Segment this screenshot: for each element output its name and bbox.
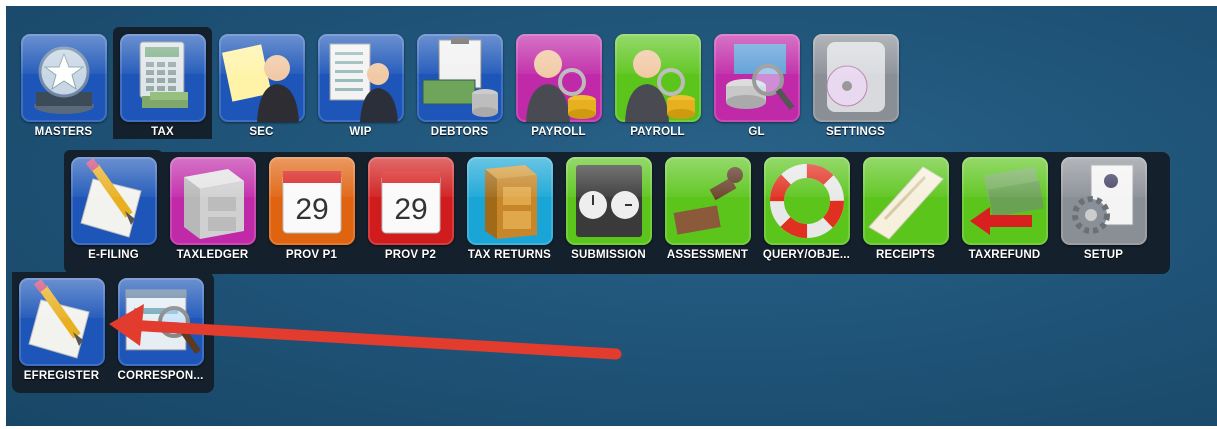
menu-tile-query-obje[interactable]: QUERY/OBJE... [757,150,856,262]
menu-tile-label: PROV P1 [285,249,338,261]
top-menu: MASTERS TAX SEC WIP DEBTORS PAYROLL PAYR… [14,27,905,139]
menu-tile-sec[interactable]: SEC [212,27,311,139]
menu-tile-settings[interactable]: SETTINGS [806,27,905,139]
menu-tile-e-filing[interactable]: E-FILING [64,150,163,262]
menu-tile-taxrefund[interactable]: TAXREFUND [955,150,1054,262]
menu-tile-label: GL [748,126,765,138]
menu-tile-label: TAX [151,126,174,138]
menu-tile-tax[interactable]: TAX [113,27,212,139]
menu-tile-debtors[interactable]: DEBTORS [410,27,509,139]
menu-tile-label: RECEIPTS [875,249,936,261]
menu-tile-label: PAYROLL [630,126,685,138]
menu-tile-label: SUBMISSION [571,249,646,261]
menu-tile-label: TAXREFUND [968,249,1041,261]
menu-tile-prov-p1[interactable]: 29 PROV P1 [262,150,361,262]
file-drawer-icon [466,157,553,245]
menu-tile-assessment[interactable]: ASSESSMENT [658,150,757,262]
menu-tile-label: PROV P2 [384,249,437,261]
menu-tile-correspon[interactable]: CORRESPON... [111,271,210,383]
menu-tile-masters[interactable]: MASTERS [14,27,113,139]
menu-tile-label: TAXLEDGER [176,249,249,261]
calendar-icon: 29 [268,157,355,245]
settings-disc-icon [812,34,899,122]
payroll-person-icon [515,34,602,122]
tax-submenu: E-FILING TAXLEDGER 29 PROV P1 29 PROV P2 T… [64,150,1153,262]
menu-tile-label: SETTINGS [825,126,886,138]
menu-tile-label: WIP [349,126,372,138]
menu-tile-setup[interactable]: SETUP [1054,150,1153,262]
star-icon [20,34,107,122]
money-clipboard-icon [416,34,503,122]
menu-tile-submission[interactable]: SUBMISSION [559,150,658,262]
payroll-person-icon [614,34,701,122]
receipt-icon [862,157,949,245]
menu-tile-label: CORRESPON... [117,370,204,382]
menu-tile-wip[interactable]: WIP [311,27,410,139]
menu-tile-label: E-FILING [88,249,139,261]
setup-gear-icon [1060,157,1147,245]
calculator-icon [119,34,206,122]
efiling-submenu: EFREGISTER CORRESPON... [12,271,210,383]
menu-tile-label: PAYROLL [531,126,586,138]
coins-magnifier-icon [713,34,800,122]
pencil-paper-icon [70,157,157,245]
menu-tile-label: SETUP [1083,249,1124,261]
money-arrow-icon [961,157,1048,245]
menu-tile-efregister[interactable]: EFREGISTER [12,271,111,383]
desktop-background: MASTERS TAX SEC WIP DEBTORS PAYROLL PAYR… [6,6,1217,426]
menu-tile-taxledger[interactable]: TAXLEDGER [163,150,262,262]
menu-tile-label: ASSESSMENT [666,249,749,261]
window-magnifier-icon [117,278,204,366]
menu-tile-label: QUERY/OBJE... [762,249,851,261]
menu-tile-label: MASTERS [34,126,93,138]
world-clock-icon [565,157,652,245]
secretary-icon [218,34,305,122]
menu-tile-payroll-5[interactable]: PAYROLL [509,27,608,139]
menu-tile-prov-p2[interactable]: 29 PROV P2 [361,150,460,262]
svg-text:29: 29 [394,193,427,226]
menu-tile-tax-returns[interactable]: TAX RETURNS [460,150,559,262]
lifebuoy-icon [763,157,850,245]
menu-tile-label: EFREGISTER [23,370,100,382]
menu-tile-gl[interactable]: GL [707,27,806,139]
filing-cabinet-icon [169,157,256,245]
menu-tile-label: DEBTORS [430,126,489,138]
menu-tile-label: TAX RETURNS [467,249,552,261]
menu-tile-payroll-6[interactable]: PAYROLL [608,27,707,139]
stamp-icon [664,157,751,245]
pencil-paper-icon [18,278,105,366]
svg-text:29: 29 [295,193,328,226]
business-person-icon [317,34,404,122]
menu-tile-receipts[interactable]: RECEIPTS [856,150,955,262]
calendar-icon: 29 [367,157,454,245]
menu-tile-label: SEC [249,126,274,138]
